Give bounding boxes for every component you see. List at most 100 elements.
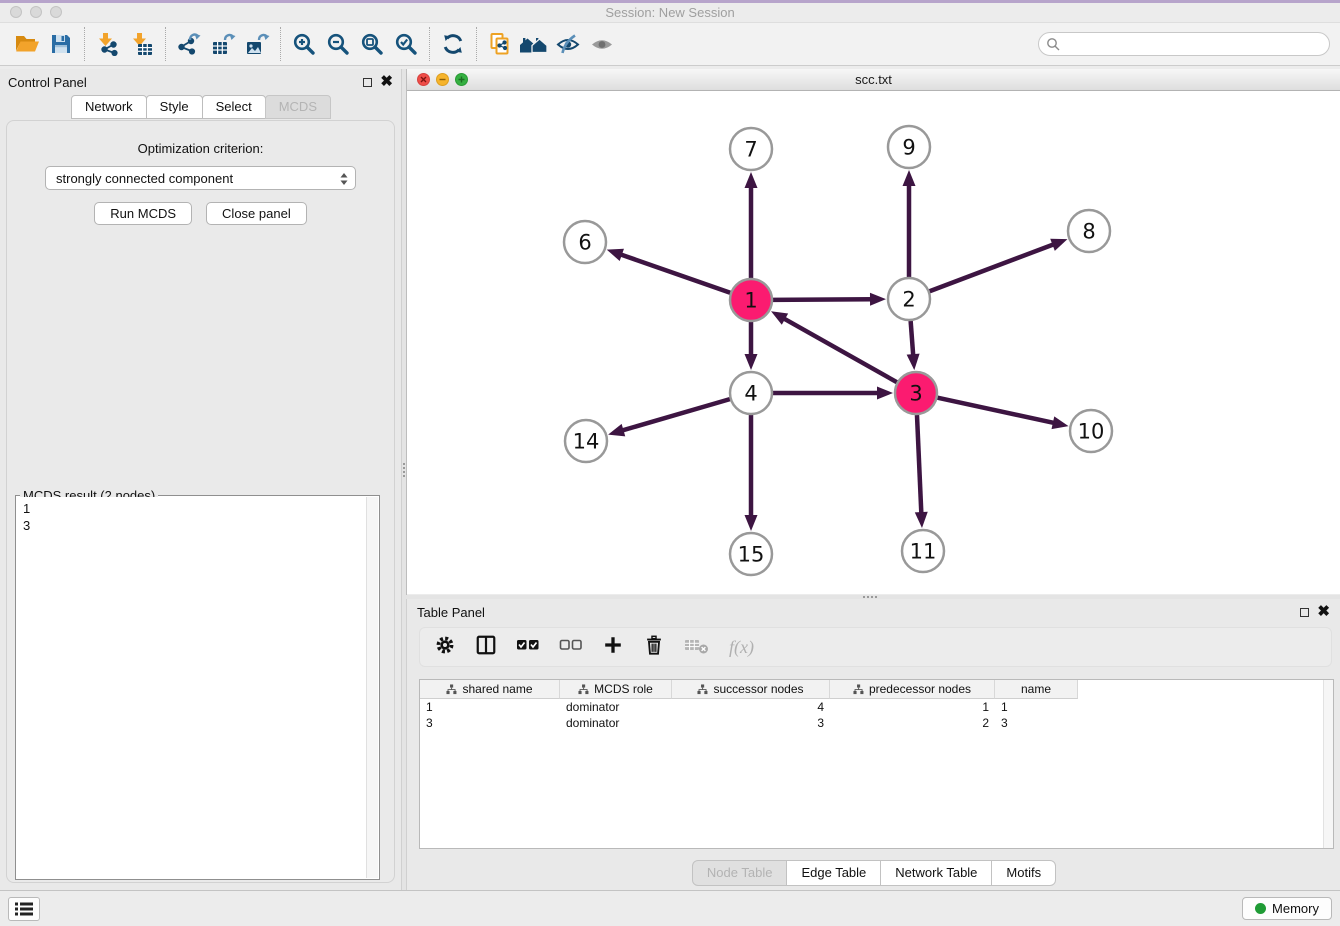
search-box bbox=[1038, 32, 1330, 56]
mcds-result-line: 1 bbox=[23, 500, 372, 517]
column-header-predecessor-nodes[interactable]: predecessor nodes bbox=[830, 680, 995, 699]
export-network-icon[interactable] bbox=[172, 27, 206, 61]
node-table-header-row: shared name MCDS role successor nodes prede… bbox=[420, 680, 1333, 699]
close-panel-icon[interactable]: ✖ bbox=[380, 77, 393, 87]
table-toolbar: f(x) bbox=[419, 627, 1332, 667]
network-canvas[interactable]: 1234678910111415 bbox=[407, 91, 1340, 594]
control-panel-title: Control Panel bbox=[8, 75, 87, 90]
graph-edge-2-3[interactable] bbox=[911, 321, 914, 357]
control-panel: Control Panel ✖ NetworkStyleSelectMCDS O… bbox=[0, 69, 402, 890]
apply-layout-icon[interactable] bbox=[436, 27, 470, 61]
save-session-icon[interactable] bbox=[44, 27, 78, 61]
table-cell[interactable]: 2 bbox=[830, 716, 995, 730]
table-cell[interactable]: dominator bbox=[560, 716, 672, 730]
edge-arrowhead-icon bbox=[877, 387, 893, 400]
column-header-mcds-role[interactable]: MCDS role bbox=[560, 680, 672, 699]
export-image-icon[interactable] bbox=[240, 27, 274, 61]
clone-network-icon[interactable] bbox=[483, 27, 517, 61]
float-panel-icon[interactable] bbox=[1300, 608, 1309, 617]
table-cell[interactable]: 1 bbox=[420, 700, 560, 714]
table-settings-gear-icon[interactable] bbox=[434, 634, 456, 661]
main-toolbar bbox=[0, 22, 1340, 66]
tab-style[interactable]: Style bbox=[146, 95, 203, 119]
edge-arrowhead-icon bbox=[903, 170, 916, 186]
graph-edge-1-2[interactable] bbox=[773, 299, 873, 300]
export-table-icon[interactable] bbox=[206, 27, 240, 61]
table-scrollbar[interactable] bbox=[1323, 680, 1333, 848]
toolbar-separator bbox=[165, 27, 166, 61]
edge-arrowhead-icon bbox=[745, 354, 758, 370]
graph-edge-1-6[interactable] bbox=[619, 254, 730, 293]
status-bar: Memory bbox=[0, 890, 1340, 926]
edge-arrowhead-icon bbox=[745, 172, 758, 188]
show-column-icon[interactable] bbox=[475, 634, 497, 661]
table-cell[interactable]: 3 bbox=[995, 716, 1078, 730]
criterion-select[interactable]: strongly connected component bbox=[45, 166, 356, 190]
table-tabs: Node TableEdge TableNetwork TableMotifs bbox=[407, 860, 1340, 886]
tab-motifs[interactable]: Motifs bbox=[991, 860, 1056, 886]
hide-selected-eye-icon[interactable] bbox=[551, 27, 585, 61]
splitter-grip-icon[interactable] bbox=[863, 596, 877, 598]
graph-edge-3-10[interactable] bbox=[937, 398, 1055, 424]
table-cell[interactable]: dominator bbox=[560, 700, 672, 714]
create-column-plus-icon[interactable] bbox=[602, 634, 624, 661]
graph-edge-3-11[interactable] bbox=[917, 415, 921, 515]
tab-node-table[interactable]: Node Table bbox=[692, 860, 788, 886]
edge-arrowhead-icon bbox=[1052, 416, 1069, 429]
graph-node-label: 14 bbox=[573, 430, 600, 454]
criterion-selected-value: strongly connected component bbox=[56, 171, 233, 186]
graph-edge-2-8[interactable] bbox=[930, 244, 1056, 292]
table-cell[interactable]: 3 bbox=[420, 716, 560, 730]
table-cell[interactable]: 1 bbox=[830, 700, 995, 714]
open-session-icon[interactable] bbox=[10, 27, 44, 61]
table-cell[interactable]: 3 bbox=[672, 716, 830, 730]
delete-column-trash-icon[interactable] bbox=[643, 634, 665, 661]
tab-network[interactable]: Network bbox=[71, 95, 147, 119]
graph-node-label: 15 bbox=[738, 543, 765, 567]
import-network-icon[interactable] bbox=[91, 27, 125, 61]
graph-node-label: 9 bbox=[902, 136, 915, 160]
table-cell[interactable]: 4 bbox=[672, 700, 830, 714]
zoom-selected-icon[interactable] bbox=[389, 27, 423, 61]
right-column: scc.txt 1234678910111415 Table Panel ✖ bbox=[406, 69, 1340, 890]
graph-edge-3-1[interactable] bbox=[782, 318, 896, 383]
control-panel-header: Control Panel ✖ bbox=[0, 69, 401, 95]
import-table-icon[interactable] bbox=[125, 27, 159, 61]
close-panel-button[interactable]: Close panel bbox=[206, 202, 307, 225]
table-row[interactable]: 1dominator411 bbox=[420, 699, 1333, 715]
zoom-in-icon[interactable] bbox=[287, 27, 321, 61]
column-header-label: MCDS role bbox=[594, 682, 653, 696]
select-stepper-icon bbox=[340, 172, 348, 189]
select-all-columns-icon[interactable] bbox=[516, 634, 540, 661]
node-table[interactable]: shared name MCDS role successor nodes prede… bbox=[419, 679, 1334, 849]
unselect-all-columns-icon[interactable] bbox=[559, 634, 583, 661]
show-panels-list-icon[interactable] bbox=[8, 897, 40, 921]
tab-network-table[interactable]: Network Table bbox=[880, 860, 992, 886]
result-scrollbar[interactable] bbox=[366, 497, 378, 878]
graph-edge-4-14[interactable] bbox=[621, 399, 730, 431]
column-header-shared-name[interactable]: shared name bbox=[420, 680, 560, 699]
toolbar-separator bbox=[280, 27, 281, 61]
column-header-label: predecessor nodes bbox=[869, 682, 971, 696]
network-window-titlebar: scc.txt bbox=[407, 69, 1340, 91]
memory-button[interactable]: Memory bbox=[1242, 897, 1332, 920]
table-row[interactable]: 3dominator323 bbox=[420, 715, 1333, 731]
show-all-eye-icon[interactable] bbox=[585, 27, 619, 61]
mcds-result-list[interactable]: 13 bbox=[17, 497, 378, 537]
close-panel-icon[interactable]: ✖ bbox=[1317, 607, 1330, 617]
zoom-fit-icon[interactable] bbox=[355, 27, 389, 61]
zoom-out-icon[interactable] bbox=[321, 27, 355, 61]
table-cell[interactable]: 1 bbox=[995, 700, 1078, 714]
run-mcds-button[interactable]: Run MCDS bbox=[94, 202, 192, 225]
float-panel-icon[interactable] bbox=[363, 78, 372, 87]
splitter-grip-icon[interactable] bbox=[403, 463, 405, 477]
tab-mcds[interactable]: MCDS bbox=[265, 95, 331, 119]
toolbar-separator bbox=[84, 27, 85, 61]
search-input[interactable] bbox=[1038, 32, 1330, 56]
tab-select[interactable]: Select bbox=[202, 95, 266, 119]
tab-edge-table[interactable]: Edge Table bbox=[786, 860, 881, 886]
home-neighbors-icon[interactable] bbox=[517, 27, 551, 61]
column-header-successor-nodes[interactable]: successor nodes bbox=[672, 680, 830, 699]
edge-arrowhead-icon bbox=[915, 512, 928, 528]
column-header-name[interactable]: name bbox=[995, 680, 1078, 699]
